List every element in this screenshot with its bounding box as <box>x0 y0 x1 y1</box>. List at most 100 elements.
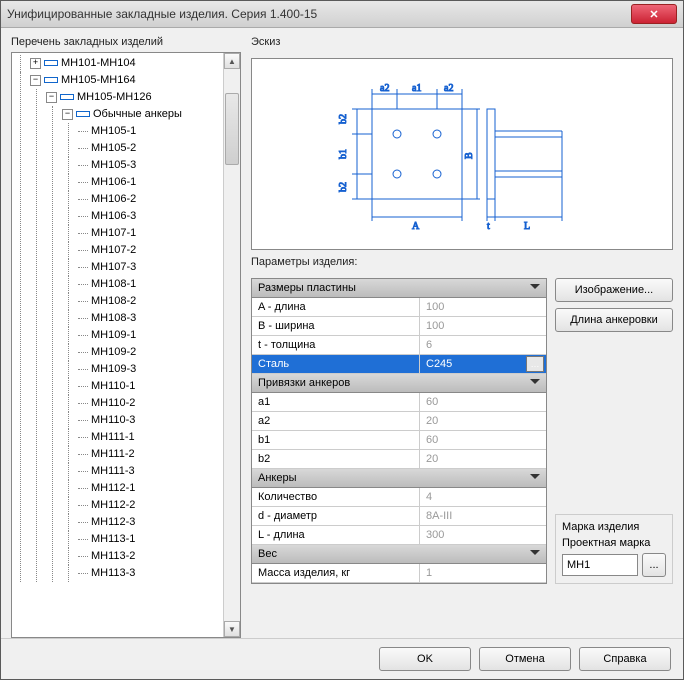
grid-key: B - ширина <box>252 317 420 335</box>
leaf-icon <box>78 369 88 370</box>
grid-key: L - длина <box>252 526 420 544</box>
help-button[interactable]: Справка <box>579 647 671 671</box>
tree-leaf[interactable]: МН106-1 <box>91 176 136 188</box>
tree-leaf[interactable]: МН110-3 <box>91 414 135 426</box>
svg-text:t: t <box>487 221 490 232</box>
grid-section-header[interactable]: Привязки анкеров <box>252 374 546 393</box>
grid-key: Масса изделия, кг <box>252 564 420 582</box>
tree-leaf[interactable]: МН105-3 <box>91 159 136 171</box>
tree-node[interactable]: МН105-МН164 <box>61 74 136 86</box>
tree-leaf[interactable]: МН112-1 <box>91 482 135 494</box>
grid-row[interactable]: b220 <box>252 450 546 469</box>
grid-key: a2 <box>252 412 420 430</box>
grid-row[interactable]: A - длина100 <box>252 298 546 317</box>
grid-row[interactable]: Количество4 <box>252 488 546 507</box>
embed-tree[interactable]: +МН101-МН104 −МН105-МН164 −МН105-МН126 −… <box>12 53 224 637</box>
tree-leaf[interactable]: МН107-1 <box>91 227 136 239</box>
leaf-icon <box>78 488 88 489</box>
tree-leaf[interactable]: МН106-3 <box>91 210 136 222</box>
grid-row[interactable]: a220 <box>252 412 546 431</box>
grid-row[interactable]: b160 <box>252 431 546 450</box>
scroll-down-icon[interactable]: ▼ <box>224 621 240 637</box>
leaf-icon <box>78 556 88 557</box>
grid-value[interactable]: 8A-III <box>420 507 546 525</box>
close-button[interactable]: ✕ <box>631 4 677 24</box>
anchor-length-button[interactable]: Длина анкеровки <box>555 308 673 332</box>
grid-value[interactable]: 4 <box>420 488 546 506</box>
tree-leaf[interactable]: МН109-1 <box>91 329 136 341</box>
grid-section-header[interactable]: Размеры пластины <box>252 279 546 298</box>
grid-row[interactable]: Масса изделия, кг1 <box>252 564 546 583</box>
params-grid[interactable]: Размеры пластиныA - длина100B - ширина10… <box>251 278 547 584</box>
tree-leaf[interactable]: МН108-1 <box>91 278 136 290</box>
collapse-icon[interactable]: − <box>62 109 73 120</box>
tree-leaf[interactable]: МН110-1 <box>91 380 135 392</box>
folder-icon <box>44 77 58 83</box>
leaf-icon <box>78 250 88 251</box>
collapse-icon[interactable]: − <box>30 75 41 86</box>
tree-leaf[interactable]: МН113-3 <box>91 567 135 579</box>
scroll-up-icon[interactable]: ▲ <box>224 53 240 69</box>
grid-row[interactable]: B - ширина100 <box>252 317 546 336</box>
image-button[interactable]: Изображение... <box>555 278 673 302</box>
tree-leaf[interactable]: МН105-2 <box>91 142 136 154</box>
mark-browse-button[interactable]: ... <box>642 553 666 577</box>
leaf-icon <box>78 182 88 183</box>
tree-leaf[interactable]: МН106-2 <box>91 193 136 205</box>
leaf-icon <box>78 403 88 404</box>
svg-text:b1: b1 <box>338 149 349 159</box>
tree-leaf[interactable]: МН107-2 <box>91 244 136 256</box>
grid-value[interactable]: 6 <box>420 336 546 354</box>
tree-leaf[interactable]: МН112-3 <box>91 516 135 528</box>
leaf-icon <box>78 301 88 302</box>
grid-value[interactable]: 100 <box>420 317 546 335</box>
expand-icon[interactable]: + <box>30 58 41 69</box>
tree-leaf[interactable]: МН109-2 <box>91 346 136 358</box>
grid-value[interactable]: 300 <box>420 526 546 544</box>
tree-leaf[interactable]: МН105-1 <box>91 125 136 137</box>
tree-leaf[interactable]: МН112-2 <box>91 499 135 511</box>
tree-leaf[interactable]: МН113-2 <box>91 550 135 562</box>
chevron-down-icon <box>530 474 540 484</box>
collapse-icon[interactable]: − <box>46 92 57 103</box>
grid-row[interactable]: t - толщина6 <box>252 336 546 355</box>
scroll-thumb[interactable] <box>225 93 239 165</box>
grid-section-header[interactable]: Анкеры <box>252 469 546 488</box>
grid-value[interactable]: 60 <box>420 431 546 449</box>
tree-leaf[interactable]: МН111-3 <box>91 465 135 477</box>
mark-input[interactable]: МН1 <box>562 554 638 576</box>
tree-leaf[interactable]: МН111-2 <box>91 448 135 460</box>
ellipsis-icon[interactable]: … <box>526 356 544 372</box>
tree-leaf[interactable]: МН109-3 <box>91 363 136 375</box>
leaf-icon <box>78 148 88 149</box>
tree-leaf[interactable]: МН107-3 <box>91 261 136 273</box>
leaf-icon <box>78 284 88 285</box>
sketch-label: Эскиз <box>251 36 673 48</box>
grid-value[interactable]: 20 <box>420 450 546 468</box>
grid-row[interactable]: a160 <box>252 393 546 412</box>
grid-row[interactable]: d - диаметр8A-III <box>252 507 546 526</box>
grid-value[interactable]: 100 <box>420 298 546 316</box>
grid-value[interactable]: 60 <box>420 393 546 411</box>
grid-value[interactable]: 1 <box>420 564 546 582</box>
grid-section-header[interactable]: Вес <box>252 545 546 564</box>
tree-leaf[interactable]: МН111-1 <box>91 431 135 443</box>
grid-row[interactable]: СтальC245… <box>252 355 546 374</box>
tree-leaf[interactable]: МН110-2 <box>91 397 135 409</box>
tree-leaf[interactable]: МН108-3 <box>91 312 136 324</box>
ok-button[interactable]: OK <box>379 647 471 671</box>
tree-node[interactable]: МН105-МН126 <box>77 91 152 103</box>
tree-title: Перечень закладных изделий <box>11 36 241 48</box>
leaf-icon <box>78 505 88 506</box>
tree-node[interactable]: Обычные анкеры <box>93 108 182 120</box>
tree-leaf[interactable]: МН108-2 <box>91 295 136 307</box>
tree-leaf[interactable]: МН113-1 <box>91 533 135 545</box>
grid-row[interactable]: L - длина300 <box>252 526 546 545</box>
grid-value[interactable]: C245… <box>420 355 546 373</box>
folder-icon <box>60 94 74 100</box>
tree-node[interactable]: МН101-МН104 <box>61 57 136 69</box>
svg-text:a2: a2 <box>380 83 389 94</box>
grid-value[interactable]: 20 <box>420 412 546 430</box>
tree-scrollbar[interactable]: ▲ ▼ <box>223 53 240 637</box>
cancel-button[interactable]: Отмена <box>479 647 571 671</box>
